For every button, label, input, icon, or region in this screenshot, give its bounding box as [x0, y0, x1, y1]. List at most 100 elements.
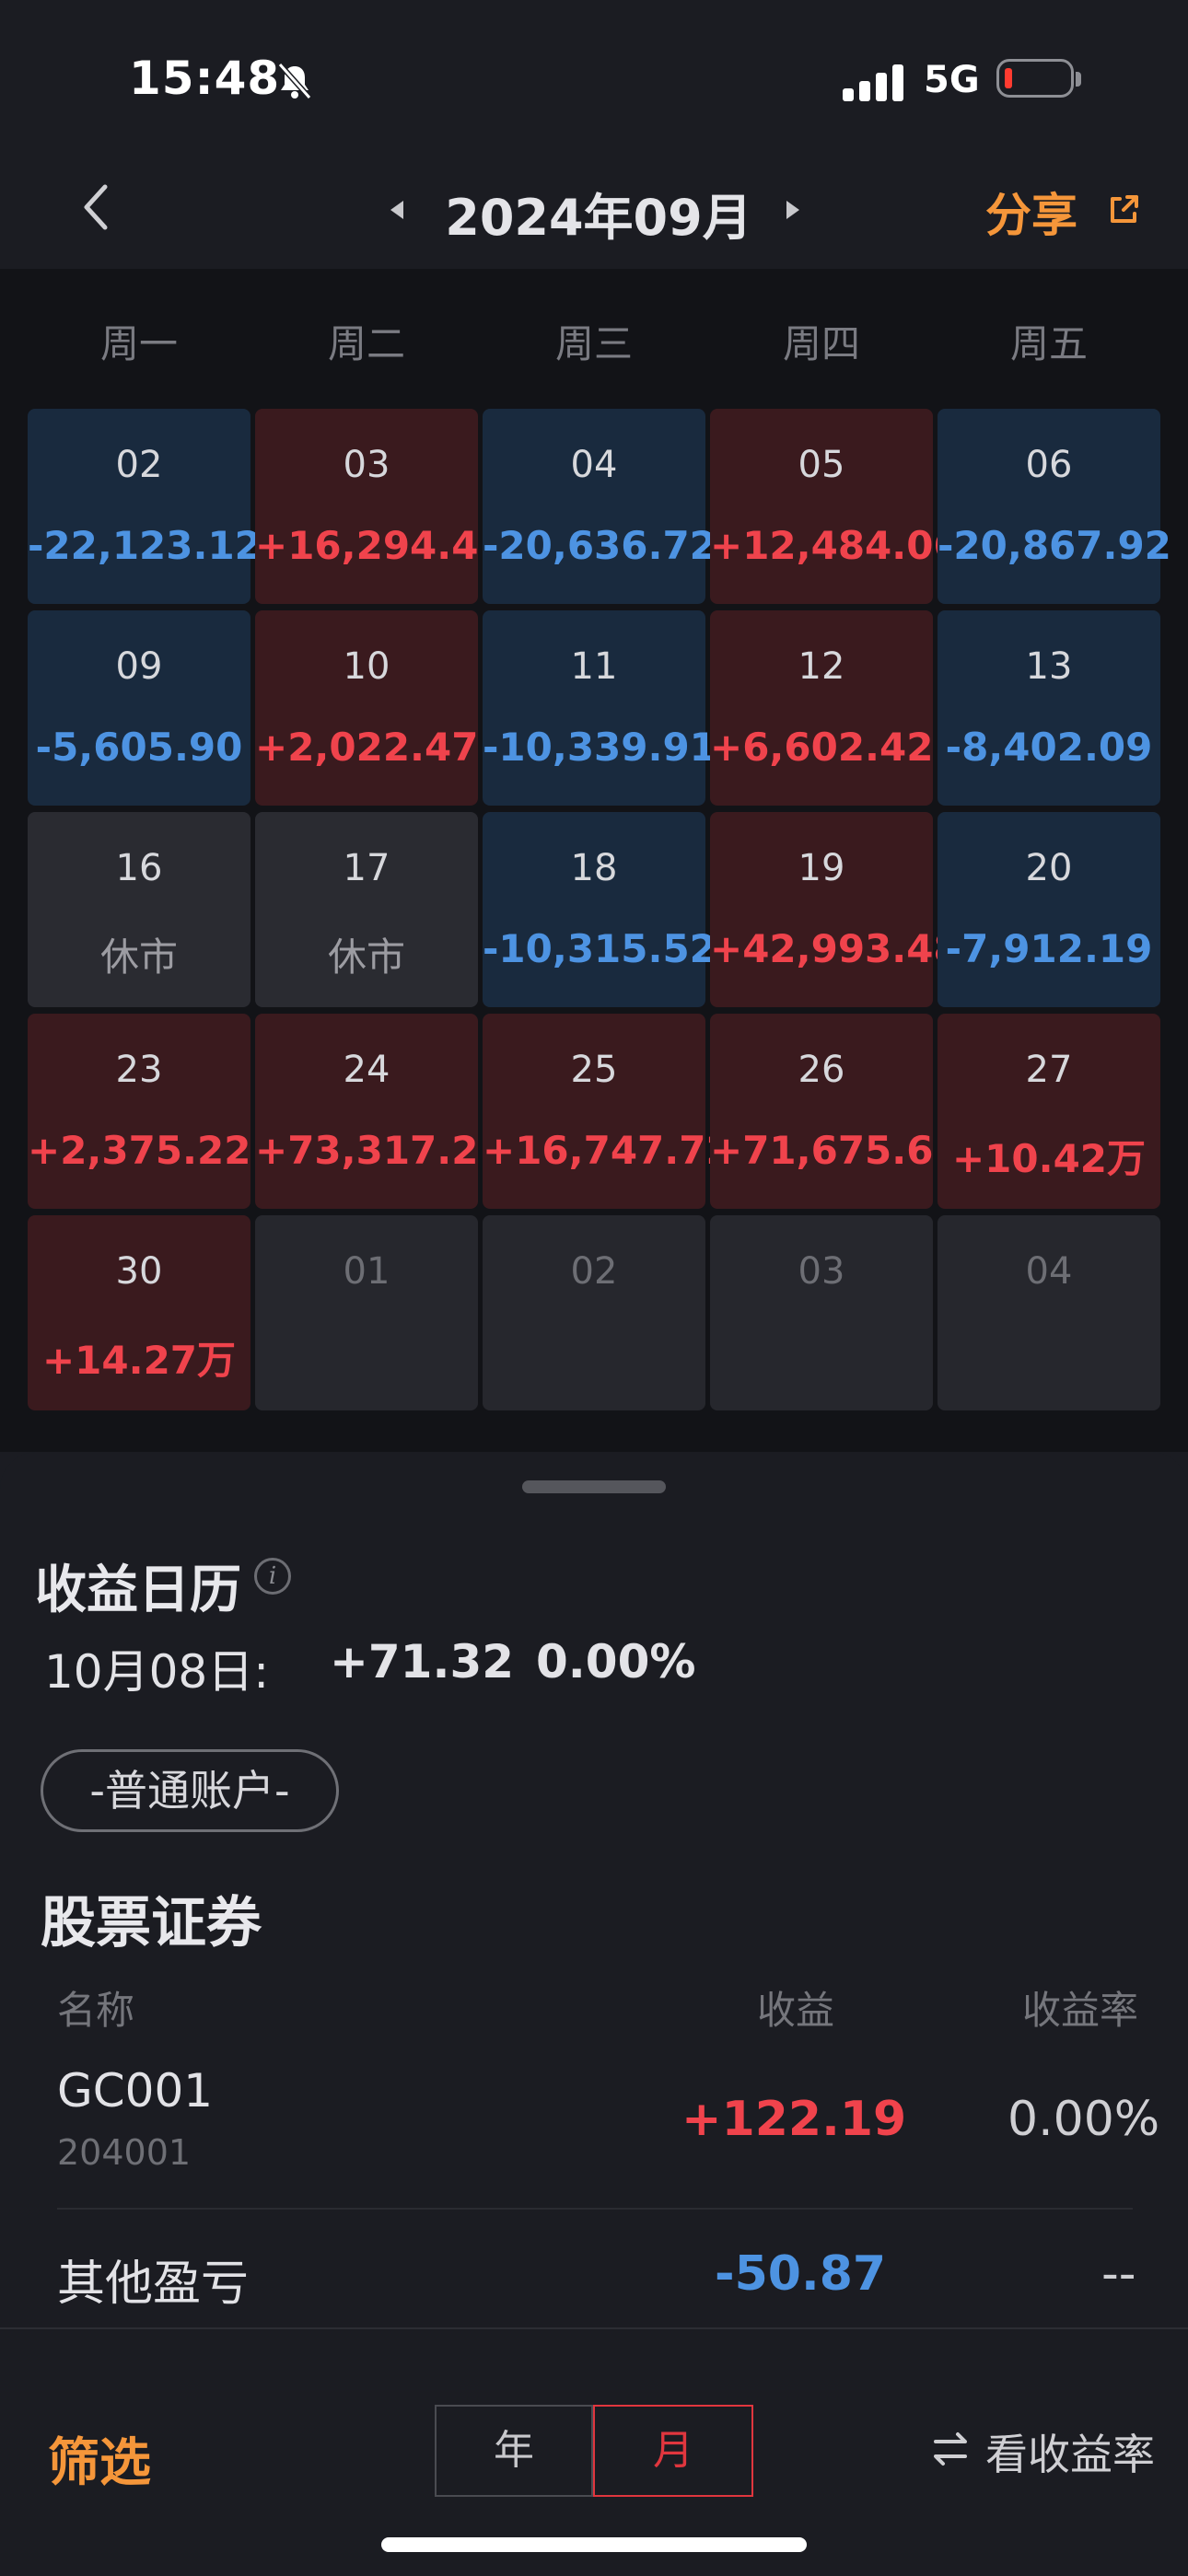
stock-profit: +122.19: [681, 2092, 907, 2147]
calendar-day-cell[interactable]: 30 +14.27万: [28, 1215, 250, 1410]
sheet-drag-handle[interactable]: [522, 1480, 666, 1493]
day-profit: -22,123.12: [28, 523, 262, 568]
calendar-day-cell[interactable]: 04 -20,636.72: [483, 409, 716, 604]
day-number: 12: [798, 645, 845, 688]
day-number: 18: [570, 847, 618, 889]
profit-calendar-title: 收益日历: [35, 1561, 241, 1620]
day-profit: -5,605.90: [35, 725, 243, 770]
day-number: 20: [1025, 847, 1073, 889]
month-title[interactable]: 2024年09月: [433, 177, 764, 249]
day-profit: +16,294.41: [255, 523, 506, 568]
calendar-day-cell[interactable]: 02: [483, 1215, 705, 1410]
weekday-label: 周二: [327, 321, 405, 366]
signal-icon: [843, 64, 907, 105]
day-profit: -10,315.52: [483, 926, 716, 971]
day-number: 17: [343, 847, 390, 889]
view-rate-button[interactable]: 看收益率: [985, 2421, 1155, 2482]
day-profit: -10,339.91: [483, 725, 716, 770]
day-number: 11: [570, 645, 618, 688]
day-number: 03: [798, 1250, 845, 1293]
column-header-rate[interactable]: 收益率: [1022, 1979, 1138, 2036]
day-profit: +6,602.42: [710, 725, 934, 770]
calendar-day-cell[interactable]: 26 +71,675.61: [710, 1014, 961, 1209]
account-selector[interactable]: -普通账户-: [41, 1749, 339, 1832]
calendar-day-cell[interactable]: 01: [255, 1215, 478, 1410]
day-number: 24: [343, 1049, 390, 1091]
day-profit: +14.27万: [41, 1338, 237, 1383]
day-number: 04: [1025, 1250, 1073, 1293]
bell-muted-icon: [274, 61, 315, 105]
swap-icon[interactable]: [930, 2431, 971, 2471]
calendar-day-cell[interactable]: 06 -20,867.92: [938, 409, 1171, 604]
day-profit: +2,022.47: [255, 725, 479, 770]
day-profit: -20,867.92: [938, 523, 1171, 568]
day-number: 01: [343, 1250, 390, 1293]
stock-name[interactable]: GC001: [57, 2064, 213, 2118]
day-number: 02: [570, 1250, 618, 1293]
calendar-day-cell[interactable]: 16 休市: [28, 812, 250, 1007]
day-number: 16: [115, 847, 163, 889]
other-pnl-rate: --: [1101, 2246, 1136, 2302]
share-button[interactable]: 分享: [985, 179, 1077, 245]
day-profit: 休市: [99, 934, 178, 980]
calendar-day-cell[interactable]: 12 +6,602.42: [710, 610, 933, 806]
prev-month-icon[interactable]: [387, 197, 409, 226]
day-profit: +10.42万: [951, 1136, 1147, 1181]
stocks-section-title: 股票证券: [41, 1891, 262, 1955]
day-number: 05: [798, 444, 845, 486]
battery-tip: [1076, 72, 1081, 87]
day-profit: -7,912.19: [945, 926, 1153, 971]
stock-rate: 0.00%: [1007, 2092, 1160, 2147]
column-header-profit[interactable]: 收益: [757, 1979, 834, 2036]
row-divider: [57, 2208, 1133, 2210]
info-icon[interactable]: i: [254, 1558, 291, 1595]
segment-year[interactable]: 年: [435, 2405, 593, 2497]
calendar-day-cell[interactable]: 13 -8,402.09: [938, 610, 1160, 806]
daily-rate: 0.00%: [536, 1635, 696, 1688]
calendar-day-cell[interactable]: 11 -10,339.91: [483, 610, 716, 806]
day-profit: -20,636.72: [483, 523, 716, 568]
day-number: 04: [570, 444, 618, 486]
calendar-day-cell[interactable]: 19 +42,993.48: [710, 812, 961, 1007]
day-profit: +12,484.06: [710, 523, 961, 568]
day-number: 13: [1025, 645, 1073, 688]
calendar-day-cell[interactable]: 18 -10,315.52: [483, 812, 716, 1007]
calendar-day-cell[interactable]: 09 -5,605.90: [28, 610, 250, 806]
day-number: 26: [798, 1049, 845, 1091]
day-number: 02: [115, 444, 163, 486]
calendar-day-cell[interactable]: 03: [710, 1215, 933, 1410]
calendar-day-cell[interactable]: 24 +73,317.21: [255, 1014, 506, 1209]
calendar-day-cell[interactable]: 25 +16,747.72: [483, 1014, 733, 1209]
day-number: 10: [343, 645, 390, 688]
day-profit: +2,375.22: [28, 1128, 251, 1173]
stock-code: 204001: [57, 2132, 192, 2173]
calendar-day-cell[interactable]: 03 +16,294.41: [255, 409, 506, 604]
calendar-day-cell[interactable]: 23 +2,375.22: [28, 1014, 250, 1209]
calendar-day-cell[interactable]: 04: [938, 1215, 1160, 1410]
battery-icon: [996, 59, 1074, 98]
day-profit: +16,747.72: [483, 1128, 733, 1173]
segment-month[interactable]: 月: [593, 2405, 753, 2497]
day-profit: +71,675.61: [710, 1128, 961, 1173]
filter-button[interactable]: 筛选: [48, 2421, 151, 2496]
calendar-day-cell[interactable]: 27 +10.42万: [938, 1014, 1160, 1209]
day-number: 27: [1025, 1049, 1073, 1091]
next-month-icon[interactable]: [781, 197, 803, 226]
calendar-day-cell[interactable]: 05 +12,484.06: [710, 409, 961, 604]
weekday-label: 周五: [1009, 321, 1088, 366]
calendar-day-cell[interactable]: 17 休市: [255, 812, 478, 1007]
day-profit: -8,402.09: [945, 725, 1153, 770]
day-number: 25: [570, 1049, 618, 1091]
weekday-label: 周四: [782, 321, 860, 366]
day-number: 06: [1025, 444, 1073, 486]
calendar-day-cell[interactable]: 20 -7,912.19: [938, 812, 1160, 1007]
external-link-icon[interactable]: [1105, 191, 1142, 232]
calendar-day-cell[interactable]: 02 -22,123.12: [28, 409, 262, 604]
selected-date: 10月08日:: [44, 1645, 270, 1699]
weekday-label: 周三: [554, 321, 633, 366]
day-number: 19: [798, 847, 845, 889]
home-indicator: [381, 2537, 807, 2552]
day-number: 03: [343, 444, 390, 486]
back-icon[interactable]: [72, 180, 127, 235]
calendar-day-cell[interactable]: 10 +2,022.47: [255, 610, 478, 806]
